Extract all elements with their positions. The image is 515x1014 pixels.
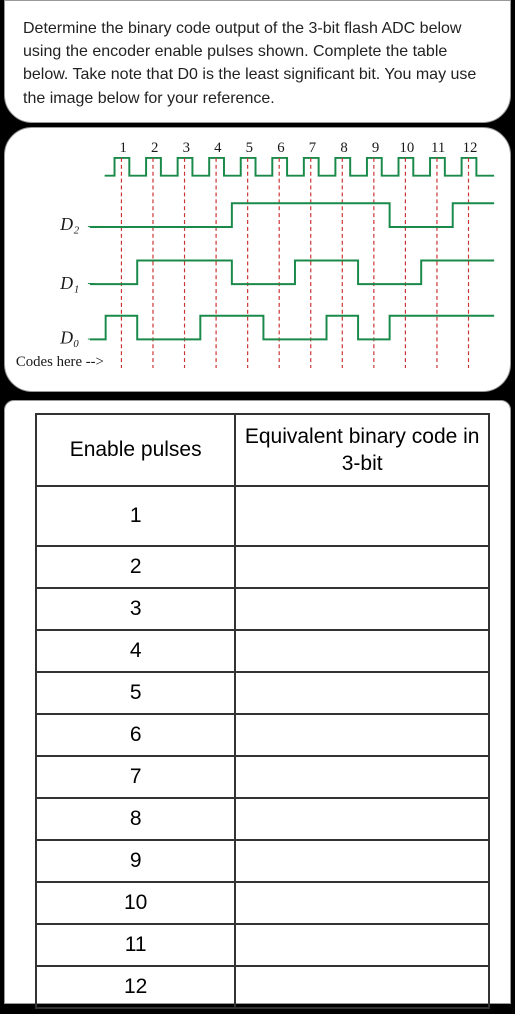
header-binary-code: Equivalent binary code in 3-bit xyxy=(235,414,489,487)
svg-text:4: 4 xyxy=(214,140,222,156)
timing-diagram: 1 2 3 4 5 6 7 8 9 10 11 12 xyxy=(4,127,511,392)
svg-text:9: 9 xyxy=(372,140,379,156)
svg-text:–: – xyxy=(88,275,96,290)
d1-wave xyxy=(90,260,494,284)
svg-text:12: 12 xyxy=(463,140,478,156)
label-d2: D₂ xyxy=(59,214,79,234)
svg-text:8: 8 xyxy=(340,140,347,156)
label-d1: D₁ xyxy=(59,273,79,293)
table-row: 12 xyxy=(36,966,489,1008)
axis-numbers: 1 2 3 4 5 6 7 8 9 10 11 12 xyxy=(119,140,477,156)
table-row: 11 xyxy=(36,924,489,966)
svg-text:1: 1 xyxy=(119,140,126,156)
svg-text:–: – xyxy=(88,330,96,345)
svg-text:–: – xyxy=(88,218,96,233)
table-row: 4 xyxy=(36,630,489,672)
table-row: 5 xyxy=(36,672,489,714)
table-row: 10 xyxy=(36,882,489,924)
clock-pulses xyxy=(105,158,494,176)
svg-text:7: 7 xyxy=(309,140,316,156)
table-row: 1 xyxy=(36,486,489,546)
codes-here-label: Codes here --> xyxy=(16,354,104,370)
table-row: 8 xyxy=(36,798,489,840)
svg-text:10: 10 xyxy=(399,140,414,156)
svg-text:2: 2 xyxy=(151,140,158,156)
table-row: 3 xyxy=(36,588,489,630)
answer-table: Enable pulses Equivalent binary code in … xyxy=(35,413,490,1010)
svg-text:6: 6 xyxy=(277,140,284,156)
svg-text:11: 11 xyxy=(431,140,445,156)
timing-svg: 1 2 3 4 5 6 7 8 9 10 11 12 xyxy=(11,136,504,383)
d2-wave xyxy=(90,203,494,227)
svg-text:5: 5 xyxy=(246,140,253,156)
question-text: Determine the binary code output of the … xyxy=(23,17,492,110)
table-row: 2 xyxy=(36,546,489,588)
label-d0: D₀ xyxy=(59,327,79,347)
table-row: 6 xyxy=(36,714,489,756)
d0-wave xyxy=(90,315,494,339)
table-row: 7 xyxy=(36,756,489,798)
question-card: Determine the binary code output of the … xyxy=(4,0,511,123)
table-card: Enable pulses Equivalent binary code in … xyxy=(4,400,511,1004)
svg-text:3: 3 xyxy=(183,140,190,156)
header-enable-pulses: Enable pulses xyxy=(36,414,235,487)
table-row: 9 xyxy=(36,840,489,882)
